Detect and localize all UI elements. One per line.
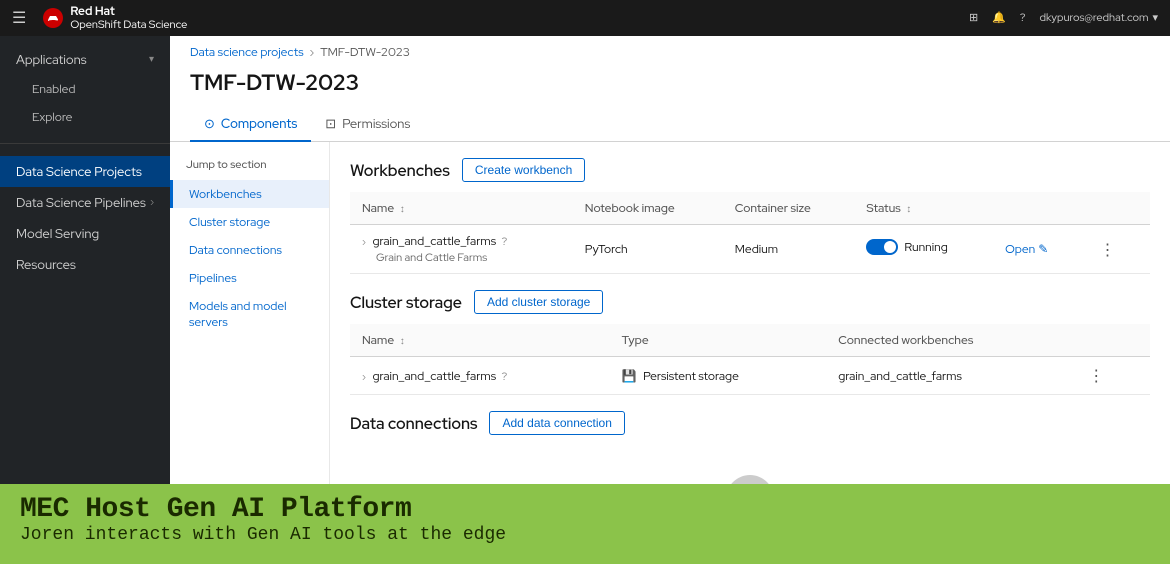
brand-text: Red Hat OpenShift Data Science [70,4,187,32]
sidebar-item-data-science-projects[interactable]: Data Science Projects [0,156,170,187]
sidebar-item-applications[interactable]: Applications ▾ [0,44,170,75]
storage-col-kebab [1070,324,1150,357]
workbench-kebab-cell: ⋮ [1082,225,1150,274]
data-connections-header: Data connections Add data connection [350,411,1150,435]
workbenches-col-actions [993,192,1081,225]
workbench-status-label: Running [904,239,947,255]
sidebar-item-resources[interactable]: Resources [0,249,170,280]
workbench-status-toggle: Running [866,239,947,255]
storage-col-name: Name ↕ [350,324,610,357]
storage-row-name: › grain_and_cattle_farms ? [350,357,610,395]
sidebar-item-data-science-pipelines[interactable]: Data Science Pipelines › [0,187,170,218]
storage-col-type: Type [610,324,827,357]
storage-name-sort-icon[interactable]: ↕ [400,335,405,348]
workbenches-header: Workbenches Create workbench [350,158,1150,182]
workbenches-table: Name ↕ Notebook image Container size Sta… [350,192,1150,274]
user-email[interactable]: dkypuros@redhat.com ▾ [1039,11,1158,25]
sidebar-divider-1 [0,143,170,144]
tab-permissions[interactable]: ⊡ Permissions [311,107,424,142]
workbench-info-icon[interactable]: ? [502,235,508,249]
workbench-row-name: › grain_and_cattle_farms ? Grain and Cat… [350,225,573,274]
topbar: ☰ Red Hat OpenShift Data Science ⊞ 🔔 ? d… [0,0,1170,36]
jump-nav-pipelines[interactable]: Pipelines [170,264,329,292]
cluster-storage-table: Name ↕ Type Connected workbenches › [350,324,1150,395]
workbench-sub-name: Grain and Cattle Farms [362,251,487,265]
workbenches-col-status: Status ↕ [854,192,993,225]
workbenches-status-sort-icon[interactable]: ↕ [906,203,911,216]
storage-info-icon[interactable]: ? [502,370,508,384]
table-row: › grain_and_cattle_farms ? 💾 Persistent … [350,357,1150,395]
sidebar-applications-section: Applications ▾ Enabled Explore [0,36,170,139]
workbench-open-link: Open ✎ [993,225,1081,274]
table-row: › grain_and_cattle_farms ? Grain and Cat… [350,225,1150,274]
breadcrumb-separator: › [310,44,315,60]
jump-nav-models[interactable]: Models and model servers [170,292,329,336]
workbench-container-size: Medium [723,225,855,274]
bell-icon[interactable]: 🔔 [992,11,1006,25]
add-data-connection-button[interactable]: Add data connection [489,411,624,435]
workbench-toggle-switch[interactable] [866,239,898,255]
add-cluster-storage-button[interactable]: Add cluster storage [474,290,603,314]
permissions-tab-icon: ⊡ [325,115,336,132]
sidebar-item-explore[interactable]: Explore [0,103,170,131]
bottom-banner: MEC Host Gen AI Platform Joren interacts… [0,484,1170,564]
storage-kebab-cell: ⋮ [1070,357,1150,395]
create-workbench-button[interactable]: Create workbench [462,158,585,182]
workbenches-col-container-size: Container size [723,192,855,225]
help-icon[interactable]: ? [1020,11,1026,25]
hamburger-icon[interactable]: ☰ [12,7,26,28]
storage-expand-icon[interactable]: › [362,371,366,384]
jump-nav-workbenches[interactable]: Workbenches [170,180,329,208]
workbenches-col-kebab [1082,192,1150,225]
cluster-storage-header: Cluster storage Add cluster storage [350,290,1150,314]
jump-nav-data-connections[interactable]: Data connections [170,236,329,264]
sidebar-item-enabled[interactable]: Enabled [0,75,170,103]
workbenches-col-notebook-image: Notebook image [573,192,723,225]
workbench-status: Running [854,225,993,274]
workbench-open-button[interactable]: Open ✎ [1005,241,1069,257]
components-tab-icon: ⊙ [204,115,215,132]
cluster-storage-header-row: Name ↕ Type Connected workbenches [350,324,1150,357]
banner-title: MEC Host Gen AI Platform [20,494,1150,525]
sidebar-main-section: Data Science Projects Data Science Pipel… [0,148,170,288]
breadcrumb-parent[interactable]: Data science projects [190,44,304,60]
jump-nav-title: Jump to section [170,154,329,180]
page-title: TMF-DTW-2023 [170,64,1170,107]
workbench-expand-icon[interactable]: › [362,236,366,249]
redhat-icon [42,7,64,29]
data-connections-title: Data connections [350,413,477,434]
breadcrumb-current: TMF-DTW-2023 [320,44,410,60]
topbar-left: ☰ Red Hat OpenShift Data Science [12,4,187,32]
topbar-right: ⊞ 🔔 ? dkypuros@redhat.com ▾ [969,11,1158,25]
workbench-kebab-menu[interactable]: ⋮ [1094,237,1122,262]
workbenches-name-sort-icon[interactable]: ↕ [400,203,405,216]
workbenches-table-header-row: Name ↕ Notebook image Container size Sta… [350,192,1150,225]
grid-icon[interactable]: ⊞ [969,11,978,25]
workbench-notebook-image: PyTorch [573,225,723,274]
tabs-bar: ⊙ Components ⊡ Permissions [170,107,1170,142]
tab-components[interactable]: ⊙ Components [190,107,311,142]
workbench-open-icon: ✎ [1038,241,1048,257]
workbenches-col-name: Name ↕ [350,192,573,225]
storage-type-icon: 💾 [622,368,637,384]
breadcrumb: Data science projects › TMF-DTW-2023 [170,36,1170,64]
brand-logo: Red Hat OpenShift Data Science [42,4,187,32]
banner-subtitle: Joren interacts with Gen AI tools at the… [20,525,1150,545]
sidebar-item-model-serving[interactable]: Model Serving [0,218,170,249]
workbenches-title: Workbenches [350,160,450,181]
storage-col-connected: Connected workbenches [826,324,1070,357]
cluster-storage-title: Cluster storage [350,292,462,313]
storage-type: 💾 Persistent storage [610,357,827,395]
jump-nav-cluster-storage[interactable]: Cluster storage [170,208,329,236]
storage-kebab-menu[interactable]: ⋮ [1082,363,1110,388]
storage-connected-workbenches: grain_and_cattle_farms [826,357,1070,395]
